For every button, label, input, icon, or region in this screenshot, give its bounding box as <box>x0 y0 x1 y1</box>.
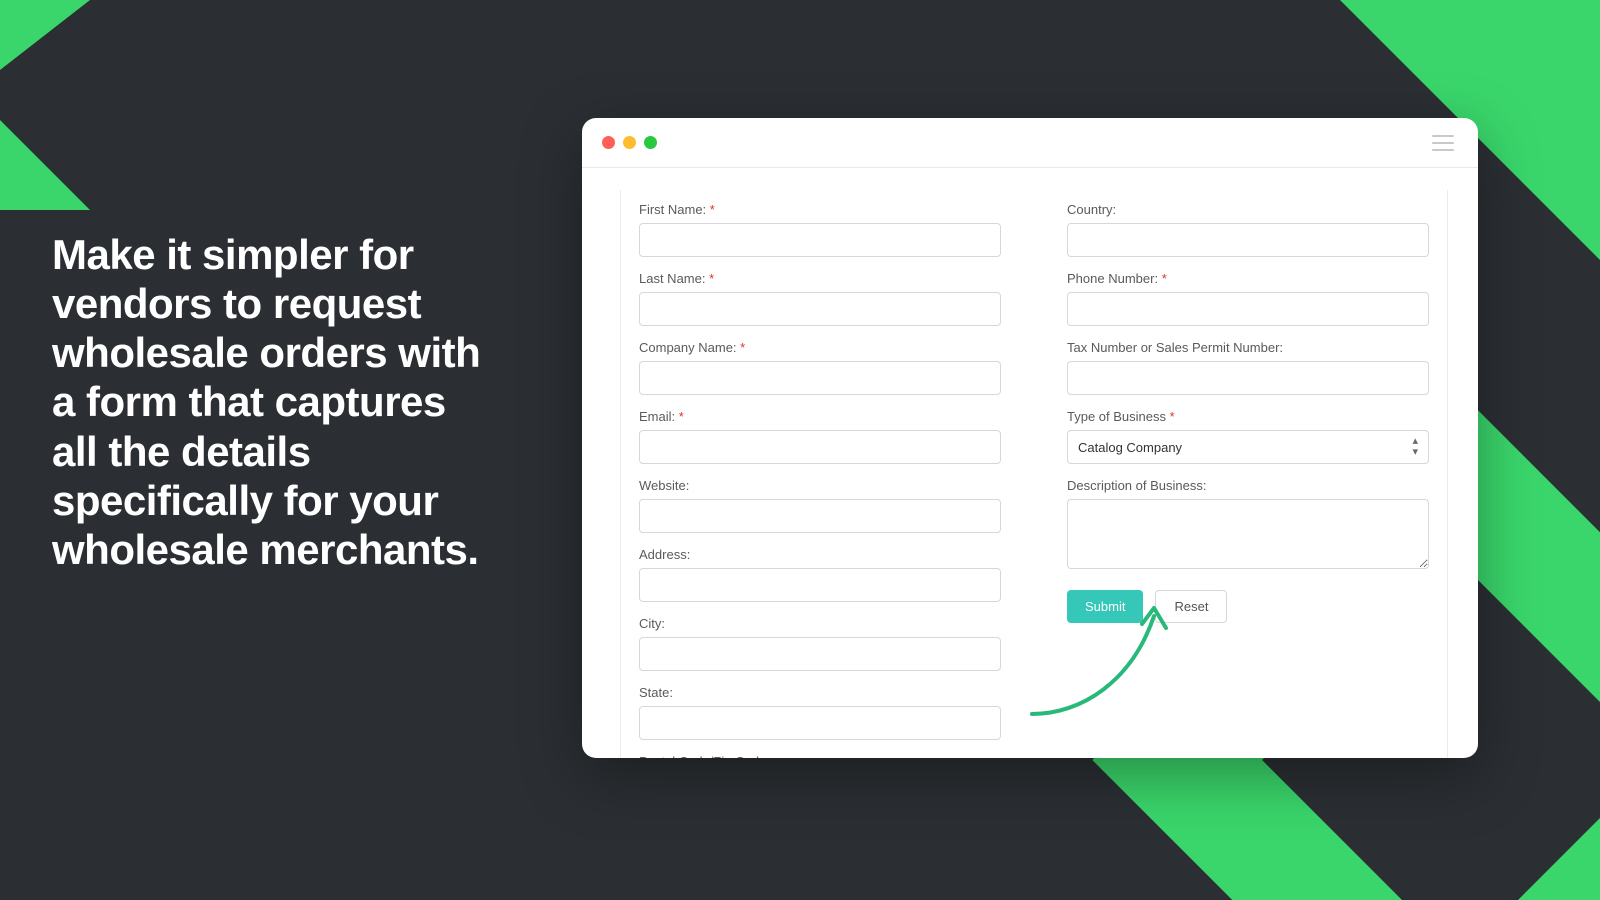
input-city[interactable] <box>639 637 1001 671</box>
label-tax-number: Tax Number or Sales Permit Number: <box>1067 340 1429 355</box>
field-phone: Phone Number: * <box>1067 271 1429 326</box>
required-marker: * <box>679 409 684 424</box>
required-marker: * <box>709 271 714 286</box>
field-business-type: Type of Business * Catalog Company ▴▾ <box>1067 409 1429 464</box>
input-country[interactable] <box>1067 223 1429 257</box>
form-button-row: Submit Reset <box>1067 590 1429 623</box>
field-state: State: <box>639 685 1001 740</box>
maximize-icon[interactable] <box>644 136 657 149</box>
submit-button[interactable]: Submit <box>1067 590 1143 623</box>
chevron-updown-icon: ▴▾ <box>1412 436 1418 458</box>
label-phone: Phone Number: * <box>1067 271 1429 286</box>
window-titlebar <box>582 118 1478 168</box>
field-city: City: <box>639 616 1001 671</box>
browser-window: First Name: * Last Name: * Company Name:… <box>582 118 1478 758</box>
wholesale-request-form: First Name: * Last Name: * Company Name:… <box>582 168 1478 758</box>
input-company-name[interactable] <box>639 361 1001 395</box>
required-marker: * <box>710 202 715 217</box>
field-country: Country: <box>1067 202 1429 257</box>
decor-triangle-left-top <box>0 0 90 70</box>
field-email: Email: * <box>639 409 1001 464</box>
label-state: State: <box>639 685 1001 700</box>
input-address[interactable] <box>639 568 1001 602</box>
input-website[interactable] <box>639 499 1001 533</box>
label-country: Country: <box>1067 202 1429 217</box>
reset-button[interactable]: Reset <box>1155 590 1227 623</box>
required-marker: * <box>1170 409 1175 424</box>
label-business-type: Type of Business * <box>1067 409 1429 424</box>
select-business-type[interactable]: Catalog Company ▴▾ <box>1067 430 1429 464</box>
label-first-name: First Name: * <box>639 202 1001 217</box>
label-company-name: Company Name: * <box>639 340 1001 355</box>
form-column-left: First Name: * Last Name: * Company Name:… <box>620 190 1019 758</box>
input-tax-number[interactable] <box>1067 361 1429 395</box>
hamburger-menu-icon[interactable] <box>1432 135 1454 151</box>
required-marker: * <box>1162 271 1167 286</box>
select-business-type-value: Catalog Company <box>1078 440 1182 455</box>
input-last-name[interactable] <box>639 292 1001 326</box>
minimize-icon[interactable] <box>623 136 636 149</box>
field-website: Website: <box>639 478 1001 533</box>
form-column-right: Country: Phone Number: * Tax Number or S… <box>1049 190 1448 758</box>
label-business-description: Description of Business: <box>1067 478 1429 493</box>
label-last-name: Last Name: * <box>639 271 1001 286</box>
input-first-name[interactable] <box>639 223 1001 257</box>
field-tax-number: Tax Number or Sales Permit Number: <box>1067 340 1429 395</box>
input-email[interactable] <box>639 430 1001 464</box>
marketing-headline: Make it simpler for vendors to request w… <box>52 230 482 574</box>
window-controls <box>602 136 657 149</box>
required-marker: * <box>740 340 745 355</box>
label-city: City: <box>639 616 1001 631</box>
field-business-description: Description of Business: <box>1067 478 1429 574</box>
textarea-business-description[interactable] <box>1067 499 1429 569</box>
label-postal-code: Postal Code/Zip Code: <box>639 754 1001 758</box>
field-address: Address: <box>639 547 1001 602</box>
decor-triangle-left-bottom <box>0 120 90 210</box>
field-first-name: First Name: * <box>639 202 1001 257</box>
field-company-name: Company Name: * <box>639 340 1001 395</box>
label-address: Address: <box>639 547 1001 562</box>
field-postal-code: Postal Code/Zip Code: <box>639 754 1001 758</box>
label-email: Email: * <box>639 409 1001 424</box>
close-icon[interactable] <box>602 136 615 149</box>
input-state[interactable] <box>639 706 1001 740</box>
field-last-name: Last Name: * <box>639 271 1001 326</box>
label-website: Website: <box>639 478 1001 493</box>
input-phone[interactable] <box>1067 292 1429 326</box>
